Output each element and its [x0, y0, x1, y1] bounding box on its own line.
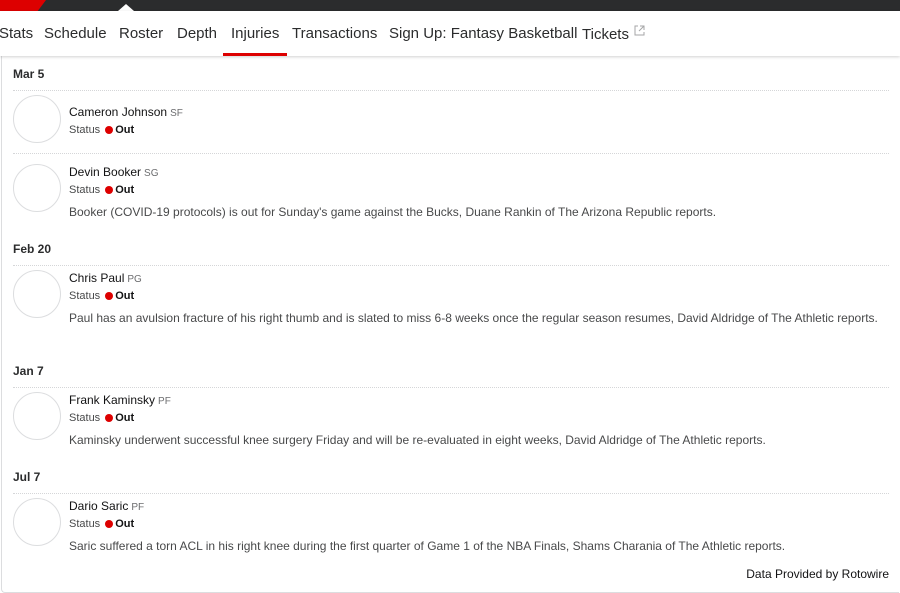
status-value: Out: [115, 124, 135, 136]
player-avatar[interactable]: [13, 95, 61, 143]
brand-accent: [0, 0, 46, 11]
injury-description: Booker (COVID-19 protocols) is out for S…: [69, 205, 717, 219]
status-label: Status: [69, 124, 101, 136]
nav-transactions[interactable]: Transactions: [292, 11, 377, 56]
data-provider-credit: Data Provided by Rotowire: [746, 567, 889, 581]
status-out-indicator: [105, 292, 114, 300]
player-avatar[interactable]: [13, 392, 61, 440]
date-header: Jul 7: [13, 470, 41, 484]
player-position: PF: [131, 502, 145, 513]
injury-description: Paul has an avulsion fracture of his rig…: [69, 311, 878, 325]
injury-description: Saric suffered a torn ACL in his right k…: [69, 539, 786, 553]
nav-fantasy-signup[interactable]: Sign Up: Fantasy Basketball: [389, 11, 577, 56]
nav-schedule[interactable]: Schedule: [44, 11, 107, 56]
status-out-indicator: [105, 520, 114, 528]
status-label: Status: [69, 184, 101, 196]
player-avatar[interactable]: [13, 270, 61, 318]
divider: [13, 265, 889, 266]
status-out-indicator: [105, 126, 114, 134]
date-header: Feb 20: [13, 242, 52, 256]
injury-description: Kaminsky underwent successful knee surge…: [69, 433, 766, 447]
date-header: Jan 7: [13, 364, 44, 378]
nav-injuries[interactable]: Injuries: [223, 11, 288, 56]
status-out-indicator: [105, 414, 114, 422]
player-position: PF: [158, 396, 171, 407]
top-bar: [0, 0, 900, 11]
divider: [13, 387, 889, 388]
nav-tickets-label: Tickets: [582, 26, 629, 43]
status-out-indicator: [105, 186, 114, 194]
divider: [13, 153, 889, 154]
player-avatar[interactable]: [13, 164, 61, 212]
player-name[interactable]: Devin Booker: [69, 165, 141, 179]
status-label: Status: [69, 518, 101, 530]
player-name[interactable]: Frank Kaminsky: [69, 393, 155, 407]
nav-pointer: [118, 4, 134, 11]
nav-depth[interactable]: Depth: [177, 11, 217, 56]
status-value: Out: [115, 412, 135, 424]
status-label: Status: [69, 290, 101, 302]
player-position: PG: [127, 274, 142, 285]
player-position: SF: [170, 108, 183, 119]
team-subnav: Stats Schedule Roster Depth Injuries Tra…: [0, 11, 900, 56]
status-value: Out: [115, 184, 135, 196]
nav-roster[interactable]: Roster: [119, 11, 163, 56]
player-name[interactable]: Dario Saric: [69, 499, 128, 513]
status-label: Status: [69, 412, 101, 424]
player-avatar[interactable]: [13, 498, 61, 546]
status-value: Out: [115, 290, 135, 302]
divider: [13, 90, 889, 91]
date-header: Mar 5: [13, 67, 45, 81]
external-link-icon: [634, 11, 645, 56]
nav-tickets[interactable]: Tickets: [582, 11, 645, 56]
nav-stats[interactable]: Stats: [0, 11, 33, 56]
player-name[interactable]: Cameron Johnson: [69, 105, 167, 119]
status-value: Out: [115, 518, 135, 530]
divider: [13, 493, 889, 494]
player-position: SG: [144, 168, 159, 179]
player-name[interactable]: Chris Paul: [69, 271, 124, 285]
